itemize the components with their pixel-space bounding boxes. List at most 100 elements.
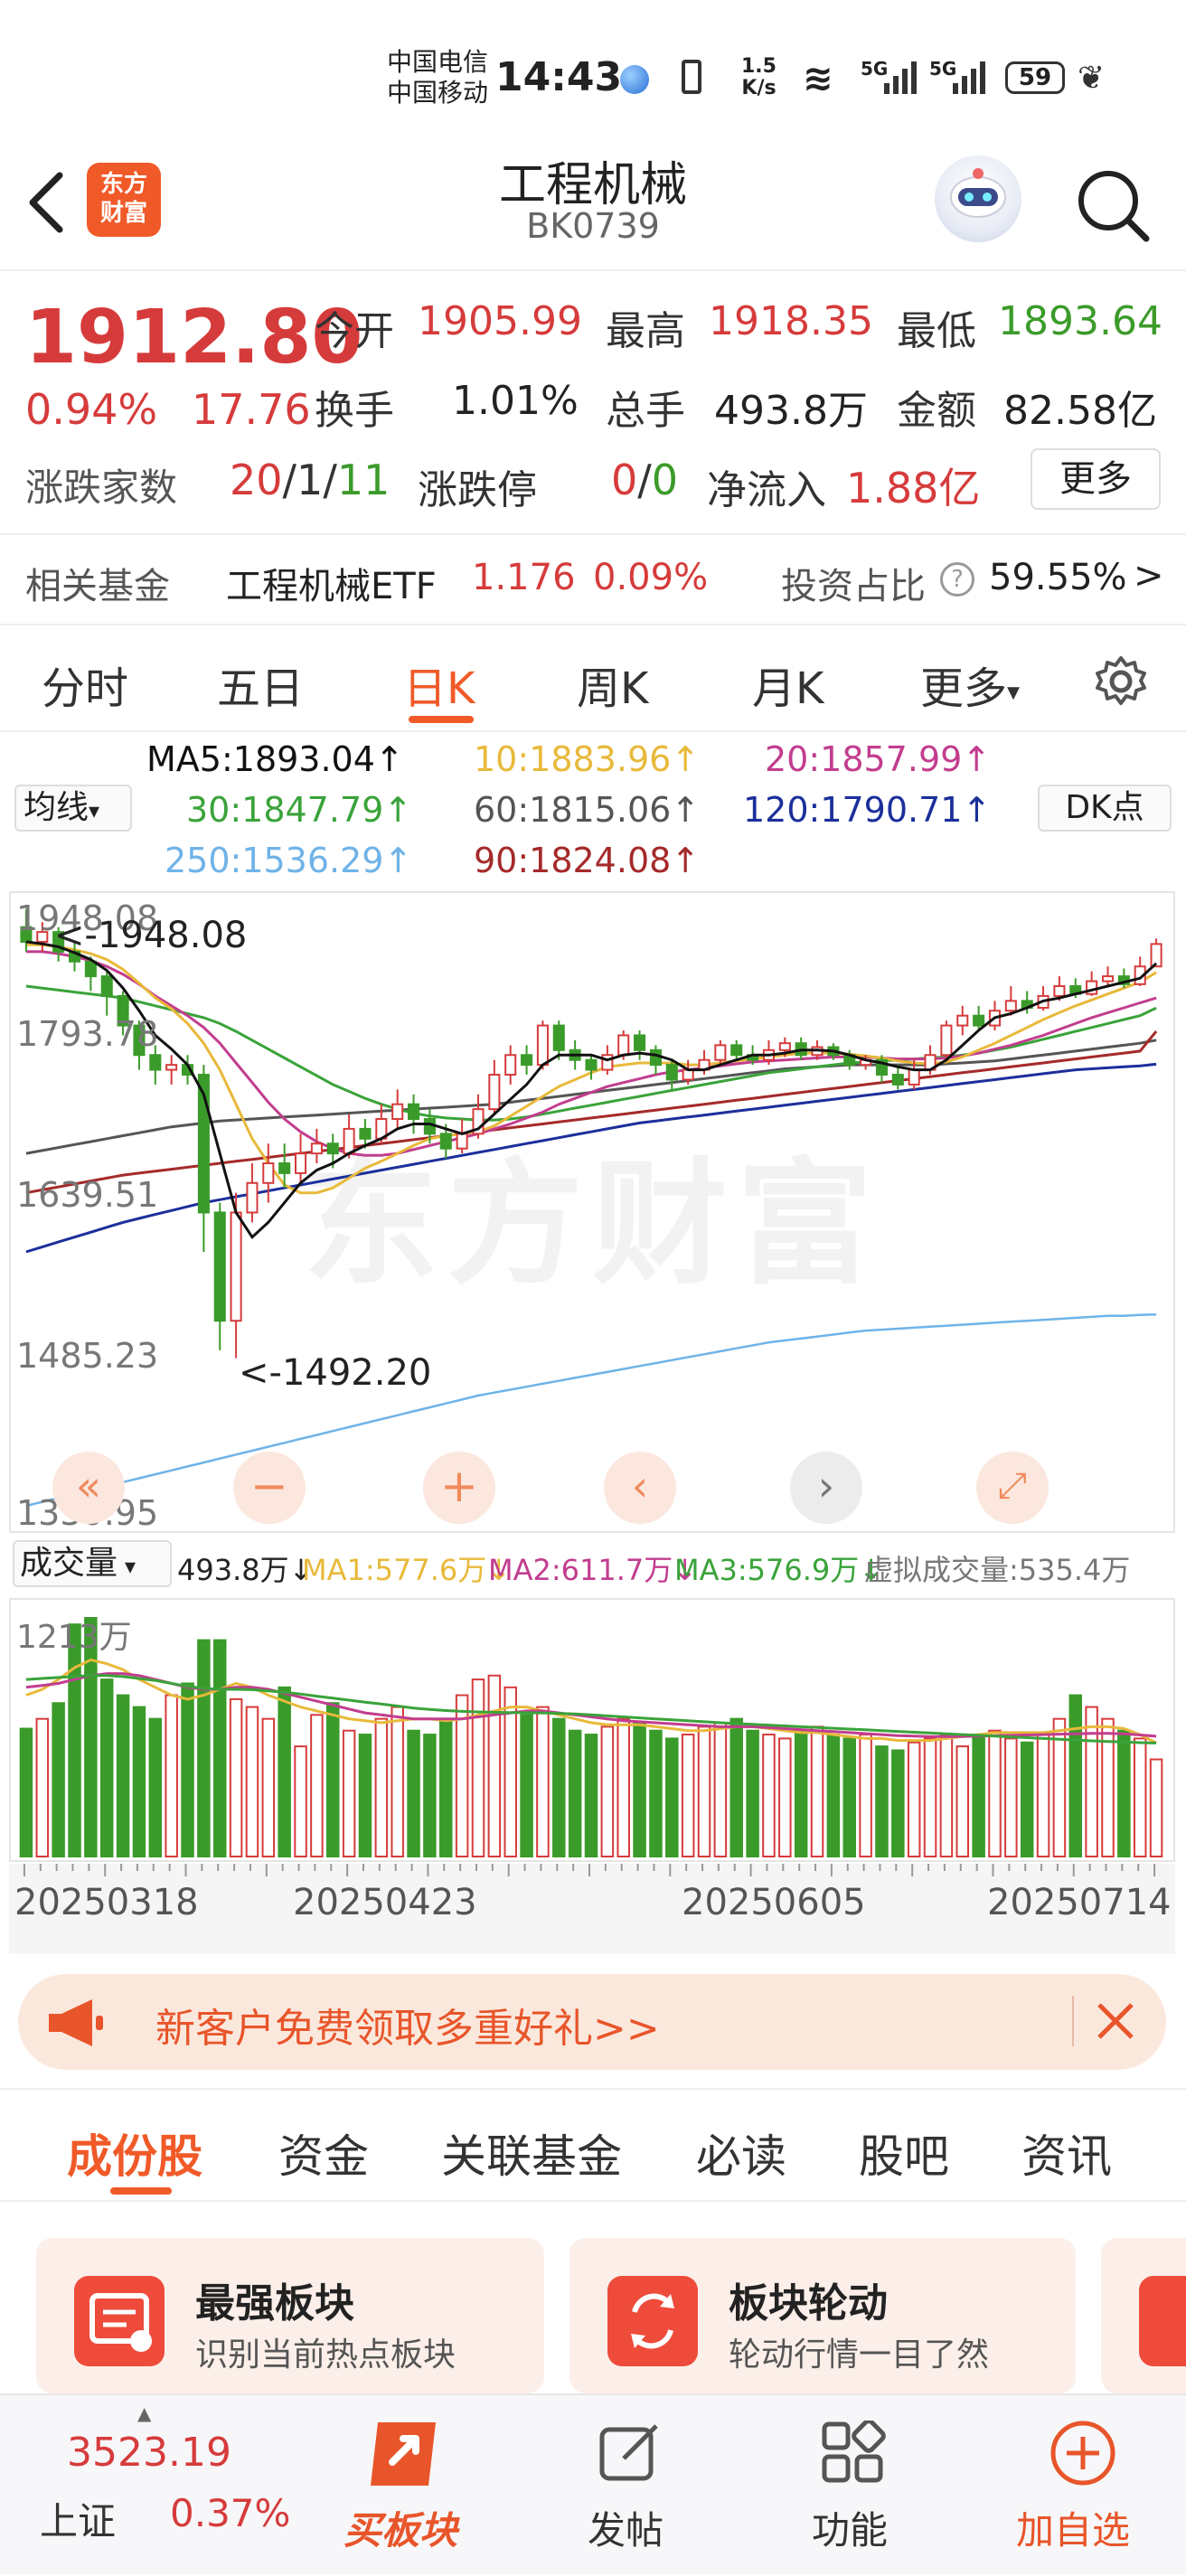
volume-bar (374, 1717, 389, 1857)
chevron-right-icon: > (1134, 555, 1164, 597)
function-button[interactable]: 功能 (785, 2413, 929, 2567)
related-fund-row[interactable]: 相关基金 工程机械ETF 1.176 0.09% 投资占比 ? 59.55% > (0, 533, 1186, 624)
kline-chart[interactable]: 东方财富 1948.08 1793.78 1639.51 1485.23 133… (9, 891, 1175, 1533)
card-sector-rotation[interactable]: 板块轮动 轮动行情一目了然 (569, 2238, 1076, 2393)
promo-banner[interactable]: 新客户免费领取多重好礼>> (18, 1974, 1166, 2070)
candle-body (552, 1024, 565, 1051)
last-price: 1912.80 (25, 295, 363, 381)
volume-bar (471, 1678, 485, 1857)
ma-selector[interactable]: 均线▾ (14, 785, 132, 832)
buy-sector-button[interactable]: 买板块 (325, 2404, 488, 2567)
candle-body (456, 1133, 468, 1150)
tab-constituents[interactable]: 成份股 (67, 2120, 202, 2186)
scroll-right-icon[interactable]: › (790, 1452, 862, 1524)
date-label-4: 20250714 (987, 1882, 1172, 1923)
tab-funds-flow[interactable]: 资金 (278, 2120, 369, 2186)
volume-bar (294, 1745, 307, 1857)
volume-ma2-line (25, 1672, 1157, 1738)
search-icon[interactable] (1072, 165, 1153, 246)
card-subtitle-2: 轮动行情一目了然 (729, 2336, 990, 2374)
volume-bar (697, 1725, 711, 1857)
tab-must-read[interactable]: 必读 (696, 2120, 786, 2186)
fullscreen-icon[interactable]: ⤢ (976, 1452, 1049, 1524)
close-icon[interactable] (1094, 1999, 1137, 2043)
volume-bar (165, 1694, 178, 1857)
volume-bar (229, 1697, 243, 1857)
tab-daily-k[interactable]: 日K (403, 653, 475, 716)
volume-chart[interactable]: 1213万 (9, 1598, 1175, 1862)
post-button[interactable]: 发帖 (560, 2413, 705, 2567)
date-label-2: 20250423 (293, 1882, 477, 1923)
volume-bar (116, 1694, 130, 1857)
tab-monthly-k[interactable]: 月K (752, 653, 824, 716)
volume-bar (794, 1729, 808, 1857)
tab-more[interactable]: 更多▾ (920, 653, 1020, 716)
volume-bar (762, 1734, 776, 1857)
volume-selector[interactable]: 成交量 ▾ (13, 1540, 172, 1587)
card-subtitle-1: 识别当前热点板块 (195, 2336, 457, 2374)
volume-bar (1149, 1758, 1163, 1857)
volume-bar (649, 1729, 663, 1857)
volume-bar (665, 1737, 679, 1857)
tab-news[interactable]: 资讯 (1021, 2120, 1112, 2186)
add-watchlist-button[interactable]: 加自选 (1003, 2413, 1166, 2567)
volume-plot (19, 1617, 1163, 1858)
volume-bar (1117, 1729, 1131, 1857)
volume-bar (391, 1706, 404, 1857)
volume-bar (1085, 1706, 1098, 1857)
candle-body (940, 1024, 953, 1057)
volume-bar (261, 1717, 276, 1857)
zoom-in-icon[interactable]: + (423, 1452, 495, 1524)
candle-body (617, 1034, 630, 1057)
candle-body (1101, 975, 1115, 982)
add-circle-icon (1049, 2419, 1117, 2487)
stack-icon (1139, 2276, 1186, 2366)
breadth-row: 涨跌家数 20/1/11 涨跌停 0/0 净流入 1.88亿 更多 (0, 448, 1186, 521)
volume-bar (600, 1725, 615, 1857)
tab-forum[interactable]: 股吧 (859, 2120, 949, 2186)
candle-body (601, 1054, 614, 1071)
card-strongest-sector[interactable]: 最强板块 识别当前热点板块 (36, 2238, 544, 2393)
index-ticker[interactable]: ▲ 3523.19 上证 0.37% (0, 2395, 290, 2576)
volume-bar (423, 1734, 437, 1857)
volume-bar (617, 1717, 630, 1857)
assistant-robot-icon[interactable] (935, 155, 1021, 242)
amount-label: 金额 (897, 388, 976, 434)
double-left-icon[interactable]: « (52, 1452, 125, 1524)
dk-point-button[interactable]: DK点 (1038, 785, 1172, 832)
zoom-out-icon[interactable]: − (233, 1452, 306, 1524)
volume-bar (148, 1717, 163, 1857)
settings-gear-icon[interactable] (1092, 653, 1150, 710)
tab-weekly-k[interactable]: 周K (577, 653, 648, 716)
ma30-label: 30:1847.79↑ (186, 790, 413, 830)
card-partial[interactable] (1101, 2238, 1186, 2393)
volume-bar (407, 1729, 420, 1857)
volume-bar (536, 1706, 550, 1857)
low-label: 最低 (897, 308, 976, 354)
volume-bar (891, 1749, 905, 1857)
scroll-left-icon[interactable]: ‹ (604, 1452, 676, 1524)
candle-body (665, 1064, 678, 1081)
ma-legend: MA5:1893.04↑ 10:1883.96↑ 20:1857.99↑ 均线▾… (0, 732, 1186, 886)
fund-label: 相关基金 (25, 566, 170, 607)
candle-body (973, 1014, 985, 1027)
help-icon[interactable]: ? (940, 562, 974, 597)
candle-body (391, 1103, 404, 1121)
tab-related-funds[interactable]: 关联基金 (441, 2120, 622, 2186)
rotation-icon (607, 2276, 698, 2366)
tab-five-day[interactable]: 五日 (217, 653, 304, 716)
ma250-label: 250:1536.29↑ (165, 841, 413, 880)
candle-body (262, 1162, 275, 1184)
volume-bar (633, 1722, 646, 1857)
card-title-2: 板块轮动 (729, 2280, 888, 2327)
breadth-values: 20/1/11 (230, 456, 391, 504)
volume-bar (35, 1717, 50, 1857)
low-marker: <-1492.20 (239, 1352, 432, 1394)
signal-icon-2 (951, 60, 987, 94)
volume-bar (1068, 1694, 1083, 1857)
high-marker: <-1948.08 (54, 915, 248, 956)
tab-timeshare[interactable]: 分时 (42, 653, 128, 716)
more-button[interactable]: 更多 (1031, 448, 1161, 510)
kline-plot (20, 909, 1162, 1508)
volume-ma2: MA2:611.7万↓ (488, 1553, 698, 1587)
